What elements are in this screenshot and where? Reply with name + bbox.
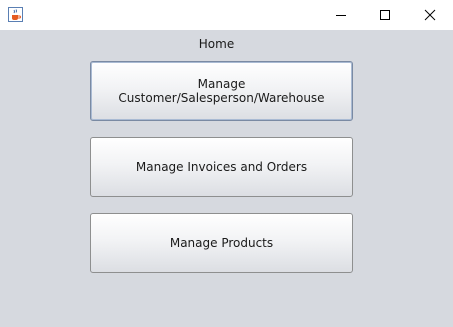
- button-label: Manage Customer/Salesperson/Warehouse: [118, 77, 325, 105]
- minimize-icon: [336, 15, 346, 16]
- button-label: Manage Products: [169, 236, 274, 250]
- main-panel: Home Manage Customer/Salesperson/Warehou…: [0, 30, 453, 327]
- manage-products-button[interactable]: Manage Products: [90, 213, 353, 273]
- manage-customer-salesperson-warehouse-button[interactable]: Manage Customer/Salesperson/Warehouse: [90, 61, 353, 121]
- button-label: Manage Invoices and Orders: [135, 160, 308, 174]
- maximize-icon: [380, 10, 390, 20]
- close-button[interactable]: [407, 0, 453, 30]
- close-icon: [424, 9, 436, 21]
- app-window: Home Manage Customer/Salesperson/Warehou…: [0, 0, 453, 327]
- title-bar[interactable]: [0, 0, 453, 30]
- manage-invoices-and-orders-button[interactable]: Manage Invoices and Orders: [90, 137, 353, 197]
- page-title: Home: [198, 37, 235, 51]
- java-coffee-cup-icon[interactable]: [8, 7, 23, 22]
- minimize-button[interactable]: [318, 0, 364, 30]
- maximize-button[interactable]: [362, 0, 408, 30]
